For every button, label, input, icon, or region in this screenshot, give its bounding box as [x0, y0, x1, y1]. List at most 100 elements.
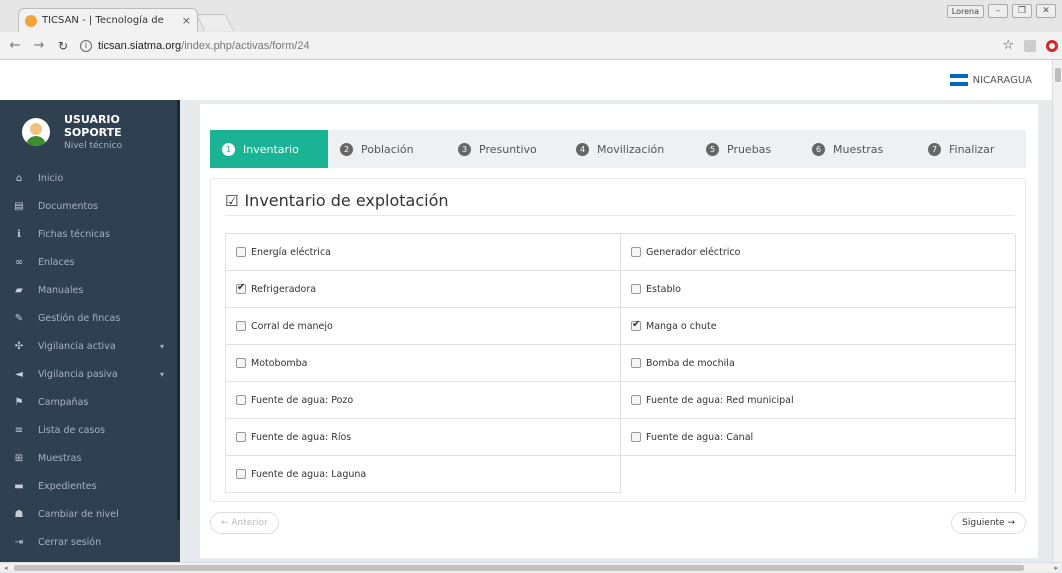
previous-button[interactable]: ← Anterior	[210, 512, 279, 534]
country-selector[interactable]: NICARAGUA	[949, 74, 1032, 86]
sidebar-item-vigilancia-activa[interactable]: ✣ Vigilancia activa ▾	[0, 332, 180, 360]
checkbox-unchecked[interactable]	[631, 284, 641, 294]
link-icon: ∞	[14, 256, 24, 268]
checklist-item[interactable]: Refrigeradora	[226, 271, 621, 308]
caret-down-icon: ▾	[159, 369, 164, 379]
step-label: Presuntivo	[479, 142, 537, 156]
sidebar-item-expedientes[interactable]: ▬ Expedientes	[0, 472, 180, 500]
checklist-item[interactable]: Generador eléctrico	[621, 234, 1016, 271]
close-window-icon[interactable]: ✕	[1036, 4, 1056, 18]
checklist-item[interactable]: Fuente de agua: Red municipal	[621, 382, 1016, 419]
tab-step-4[interactable]: 4 Movilización	[564, 130, 694, 168]
sidebar-item-label: Gestión de fincas	[38, 312, 121, 324]
sidebar-item-documentos[interactable]: ▤ Documentos	[0, 192, 180, 220]
horizontal-scrollbar[interactable]: ◂ ▸	[0, 562, 1062, 572]
caret-down-icon: ▾	[159, 341, 164, 351]
vertical-scrollbar[interactable]	[1052, 60, 1062, 562]
section-title-text: Inventario de explotación	[244, 191, 449, 210]
sidebar-item-label: Fichas técnicas	[38, 228, 110, 240]
step-number-badge: 6	[812, 142, 825, 156]
checkbox-unchecked[interactable]	[631, 247, 641, 257]
checkbox-unchecked[interactable]	[236, 321, 246, 331]
top-navbar: NICARAGUA	[0, 60, 1052, 100]
tab-step-2[interactable]: 2 Población	[328, 130, 446, 168]
checklist-item[interactable]: Fuente de agua: Canal	[621, 419, 1016, 456]
step-number-badge: 7	[928, 142, 941, 156]
address-bar[interactable]: ticsan.siatma.org/index.php/activas/form…	[98, 40, 310, 52]
back-arrow-icon[interactable]: ←	[6, 38, 24, 53]
sidebar-item-gestion-de-fincas[interactable]: ✎ Gestión de fincas	[0, 304, 180, 332]
checklist-item[interactable]: Fuente de agua: Laguna	[226, 456, 621, 493]
next-button[interactable]: Siguiente →	[951, 512, 1026, 534]
sidebar-item-fichas-tecnicas[interactable]: ℹ Fichas técnicas	[0, 220, 180, 248]
tab-step-1[interactable]: 1 Inventario	[210, 130, 328, 168]
checkbox-unchecked[interactable]	[631, 358, 641, 368]
horizontal-scrollbar-thumb[interactable]	[14, 565, 1024, 571]
folder-icon: ▬	[14, 480, 24, 492]
sidebar-item-enlaces[interactable]: ∞ Enlaces	[0, 248, 180, 276]
new-tab-button[interactable]	[196, 14, 234, 31]
checkbox-unchecked[interactable]	[236, 469, 246, 479]
checkbox-unchecked[interactable]	[236, 358, 246, 368]
document-icon: ▤	[14, 200, 24, 212]
tab-step-7[interactable]: 7 Finalizar	[916, 130, 1026, 168]
checklist-item-label: Fuente de agua: Canal	[646, 431, 754, 443]
checklist-item[interactable]: Energía eléctrica	[226, 234, 621, 271]
tab-step-5[interactable]: 5 Pruebas	[694, 130, 800, 168]
sidebar-item-lista-de-casos[interactable]: ≡ Lista de casos	[0, 416, 180, 444]
checkbox-unchecked[interactable]	[631, 395, 641, 405]
checkbox-unchecked[interactable]	[236, 432, 246, 442]
sidebar-item-cerrar-sesion[interactable]: ⇥ Cerrar sesión	[0, 528, 180, 556]
browser-tab[interactable]: TICSAN - | Tecnología de ×	[18, 8, 198, 32]
sidebar-item-vigilancia-pasiva[interactable]: ◄ Vigilancia pasiva ▾	[0, 360, 180, 388]
checklist-item-label: Corral de manejo	[251, 320, 333, 332]
extension-icon[interactable]	[1024, 39, 1036, 52]
minimize-icon[interactable]: –	[988, 4, 1008, 18]
browser-profile-button[interactable]: Lorena	[946, 4, 984, 18]
checklist-item-label: Energía eléctrica	[251, 246, 331, 258]
checklist-item[interactable]: Manga o chute	[621, 308, 1016, 345]
checklist-item-label: Refrigeradora	[251, 283, 317, 295]
maximize-icon[interactable]: ❐	[1012, 4, 1032, 18]
sidebar-item-campanas[interactable]: ⚑ Campañas	[0, 388, 180, 416]
checkbox-unchecked[interactable]	[631, 432, 641, 442]
checkbox-checked[interactable]	[631, 319, 641, 331]
sidebar-item-manuales[interactable]: ▰ Manuales	[0, 276, 180, 304]
step-label: Movilización	[597, 142, 665, 156]
site-info-icon[interactable]: i	[80, 39, 92, 52]
checkbox-unchecked[interactable]	[236, 395, 246, 405]
checklist-item[interactable]: Bomba de mochila	[621, 345, 1016, 382]
sidebar-item-muestras[interactable]: ⊞ Muestras	[0, 444, 180, 472]
close-tab-icon[interactable]: ×	[182, 14, 191, 27]
checklist-item-label: Generador eléctrico	[646, 246, 741, 258]
site-favicon-icon	[25, 14, 37, 27]
browser-toolbar: ← → ↻ i ticsan.siatma.org/index.php/acti…	[0, 32, 1062, 60]
opera-extension-icon[interactable]	[1046, 39, 1058, 52]
sidebar-item-inicio[interactable]: ⌂ Inicio	[0, 164, 180, 192]
step-number-badge: 1	[222, 142, 235, 156]
checklist-item-label: Bomba de mochila	[646, 357, 735, 369]
user-profile: USUARIO SOPORTE Nivel técnico	[0, 100, 180, 164]
users-icon: ☗	[14, 508, 24, 520]
window-controls: Lorena – ❐ ✕	[946, 4, 1056, 18]
checklist-item[interactable]: Motobomba	[226, 345, 621, 382]
checklist-item-label: Fuente de agua: Laguna	[251, 468, 367, 480]
checklist-item[interactable]: Corral de manejo	[226, 308, 621, 345]
tab-step-3[interactable]: 3 Presuntivo	[446, 130, 564, 168]
checklist-item[interactable]: Establo	[621, 271, 1016, 308]
url-path: /index.php/activas/form/24	[181, 39, 310, 52]
page: NICARAGUA USUARIO SOPORTE Nivel técnico …	[0, 60, 1052, 562]
checkbox-checked[interactable]	[236, 282, 246, 294]
checkbox-unchecked[interactable]	[236, 247, 246, 257]
checklist-item-label: Motobomba	[251, 357, 308, 369]
checklist-item[interactable]: Fuente de agua: Pozo	[226, 382, 621, 419]
reload-icon[interactable]: ↻	[54, 39, 72, 53]
book-icon: ▰	[15, 284, 23, 296]
vertical-scrollbar-thumb[interactable]	[1055, 68, 1061, 82]
sidebar-item-cambiar-de-nivel[interactable]: ☗ Cambiar de nivel	[0, 500, 180, 528]
forward-arrow-icon[interactable]: →	[30, 38, 48, 53]
edit-icon: ✎	[14, 312, 24, 324]
bookmark-star-icon[interactable]: ☆	[1002, 38, 1014, 53]
tab-step-6[interactable]: 6 Muestras	[800, 130, 916, 168]
checklist-item[interactable]: Fuente de agua: Ríos	[226, 419, 621, 456]
